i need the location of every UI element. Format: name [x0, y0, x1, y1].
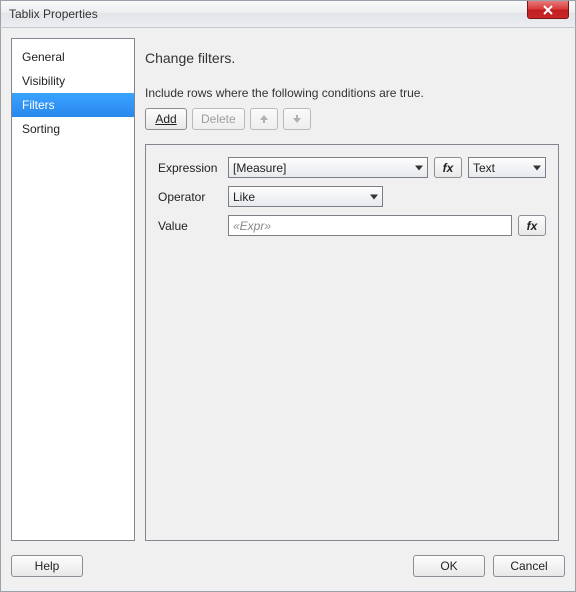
sidebar-item-label: Sorting: [22, 122, 60, 136]
value-row: Value «Expr» fx: [158, 215, 546, 236]
filter-toolbar: Add Delete: [145, 108, 559, 130]
main-row: General Visibility Filters Sorting Chang…: [11, 38, 565, 541]
ok-button[interactable]: OK: [413, 555, 485, 577]
operator-value: Like: [233, 190, 255, 204]
page-heading: Change filters.: [145, 50, 559, 66]
move-down-button: [283, 108, 311, 130]
close-button[interactable]: [527, 1, 569, 19]
arrow-down-icon: [292, 114, 302, 124]
add-button-label: Add: [155, 112, 176, 126]
delete-button-label: Delete: [201, 112, 236, 126]
sidebar-item-filters[interactable]: Filters: [12, 93, 134, 117]
page-description: Include rows where the following conditi…: [145, 86, 559, 100]
value-input[interactable]: «Expr»: [228, 215, 512, 236]
expression-value: [Measure]: [233, 161, 286, 175]
move-up-button: [250, 108, 278, 130]
cancel-button-label: Cancel: [510, 559, 547, 573]
nav-sidebar: General Visibility Filters Sorting: [11, 38, 135, 541]
sidebar-item-sorting[interactable]: Sorting: [12, 117, 134, 141]
sidebar-item-label: Visibility: [22, 74, 65, 88]
add-button[interactable]: Add: [145, 108, 187, 130]
fx-icon: fx: [527, 219, 538, 233]
operator-label: Operator: [158, 190, 222, 204]
chevron-down-icon: [415, 165, 423, 170]
dialog-footer: Help OK Cancel: [11, 541, 565, 581]
help-button[interactable]: Help: [11, 555, 83, 577]
sidebar-item-label: General: [22, 50, 65, 64]
type-combo[interactable]: Text: [468, 157, 546, 178]
dialog-client: General Visibility Filters Sorting Chang…: [0, 28, 576, 592]
value-placeholder: «Expr»: [233, 219, 271, 233]
sidebar-item-general[interactable]: General: [12, 45, 134, 69]
arrow-up-icon: [259, 114, 269, 124]
sidebar-item-visibility[interactable]: Visibility: [12, 69, 134, 93]
expression-label: Expression: [158, 161, 222, 175]
cancel-button[interactable]: Cancel: [493, 555, 565, 577]
title-bar: Tablix Properties: [0, 0, 576, 28]
window-title: Tablix Properties: [9, 7, 98, 21]
sidebar-item-label: Filters: [22, 98, 55, 112]
expression-row: Expression [Measure] fx Text: [158, 157, 546, 178]
ok-button-label: OK: [440, 559, 457, 573]
chevron-down-icon: [370, 194, 378, 199]
help-button-label: Help: [35, 559, 60, 573]
value-label: Value: [158, 219, 222, 233]
filter-panel: Expression [Measure] fx Text Operator: [145, 144, 559, 541]
operator-row: Operator Like: [158, 186, 546, 207]
expression-fx-button[interactable]: fx: [434, 157, 462, 178]
value-fx-button[interactable]: fx: [518, 215, 546, 236]
expression-combo[interactable]: [Measure]: [228, 157, 428, 178]
delete-button: Delete: [192, 108, 245, 130]
operator-combo[interactable]: Like: [228, 186, 383, 207]
type-value: Text: [473, 161, 495, 175]
fx-icon: fx: [443, 161, 454, 175]
close-icon: [543, 5, 553, 15]
chevron-down-icon: [533, 165, 541, 170]
content-area: Change filters. Include rows where the f…: [145, 38, 565, 541]
